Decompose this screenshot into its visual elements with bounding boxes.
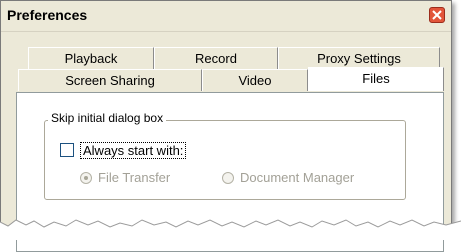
close-icon [432, 10, 442, 20]
tab-label: Record [195, 51, 237, 66]
tab-label: Proxy Settings [317, 51, 401, 66]
document-manager-radio [222, 172, 234, 184]
window-title: Preferences [7, 7, 88, 23]
torn-edge [0, 219, 461, 240]
document-manager-label: Document Manager [240, 170, 355, 185]
file-transfer-label: File Transfer [98, 170, 171, 185]
tab-proxy-settings[interactable]: Proxy Settings [278, 47, 440, 69]
tab-label: Video [238, 73, 272, 88]
tab-screen-sharing[interactable]: Screen Sharing [18, 69, 202, 91]
groupbox-label: Skip initial dialog box [48, 111, 167, 125]
tab-label: Screen Sharing [65, 73, 155, 88]
tab-label: Playback [64, 51, 118, 66]
always-start-with-checkbox[interactable] [60, 143, 74, 157]
tab-video[interactable]: Video [202, 69, 308, 91]
tab-label: Files [362, 71, 390, 86]
title-bar: Preferences [1, 1, 451, 32]
skip-dialog-groupbox [44, 120, 406, 200]
tab-record[interactable]: Record [154, 47, 278, 69]
tab-files[interactable]: Files [308, 67, 444, 91]
close-button[interactable] [429, 7, 445, 23]
tab-playback[interactable]: Playback [28, 47, 154, 69]
file-transfer-radio [80, 172, 92, 184]
always-start-with-label[interactable]: Always start with: [80, 142, 187, 159]
